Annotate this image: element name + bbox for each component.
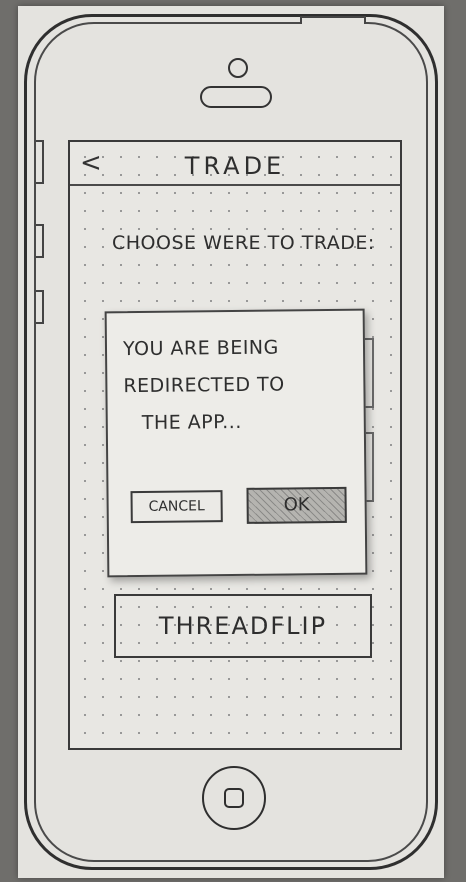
threadflip-button[interactable]: THREADFLIP: [114, 594, 372, 658]
page-title: TRADE: [184, 152, 286, 180]
ok-button[interactable]: OK: [246, 486, 347, 524]
speaker-grille: [200, 86, 272, 108]
dialog-message: YOU ARE BEING REDIRECTED TO THE APP...: [123, 329, 344, 442]
home-square-icon: [224, 788, 244, 808]
home-button-icon[interactable]: [202, 766, 266, 830]
camera-icon: [228, 58, 248, 78]
trade-prompt: CHOOSE WERE TO TRADE:: [112, 232, 375, 254]
redirect-dialog: YOU ARE BEING REDIRECTED TO THE APP... C…: [104, 308, 368, 578]
side-button-volume-up: [36, 224, 44, 258]
cancel-button[interactable]: CANCEL: [130, 490, 223, 524]
app-screen: < TRADE CHOOSE WERE TO TRADE: THREADFLIP…: [68, 140, 402, 750]
side-button-mute: [36, 140, 44, 184]
dialog-message-line: YOU ARE BEING: [122, 336, 279, 361]
navigation-bar: < TRADE: [70, 142, 400, 186]
dialog-message-line: THE APP...: [141, 410, 242, 434]
dialog-message-line: REDIRECTED TO: [123, 373, 285, 398]
side-button-volume-down: [36, 290, 44, 324]
power-button: [300, 16, 366, 24]
